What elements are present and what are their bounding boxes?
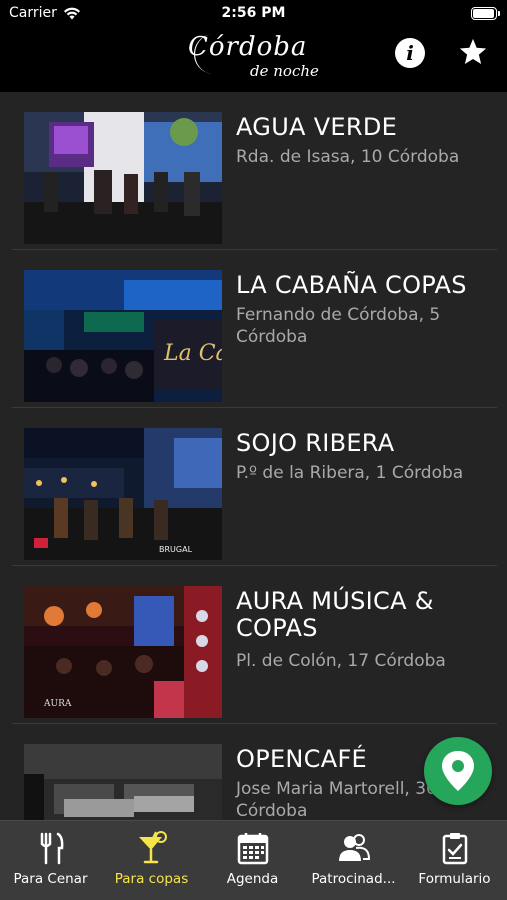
venue-photo: BRUGAL	[24, 428, 222, 560]
tab-para-cenar[interactable]: Para Cenar	[0, 821, 101, 900]
venue-photo	[24, 744, 222, 820]
battery-fill	[473, 9, 494, 18]
tab-label: Formulario	[418, 871, 491, 887]
tab-label: Para Cenar	[13, 871, 88, 887]
people-icon	[339, 834, 370, 861]
venue-address: Fernando de Córdoba, 5 Córdoba	[236, 305, 441, 347]
nav-bar: Córdoba de noche i	[0, 28, 507, 92]
status-time: 2:56 PM	[221, 5, 286, 21]
venue-photo	[24, 112, 222, 244]
battery-icon	[471, 7, 500, 20]
favorites-button[interactable]	[458, 37, 488, 67]
info-icon: i	[406, 41, 414, 65]
status-bar: Carrier 2:56 PM	[0, 0, 507, 28]
svg-text:AURA: AURA	[43, 699, 72, 709]
tab-label: Para copas	[114, 871, 189, 887]
tab-label: Patrocinad...	[311, 871, 396, 887]
cocktail-icon	[139, 831, 167, 864]
logo-main-text: Córdoba	[188, 32, 308, 62]
app-logo: Córdoba de noche	[188, 30, 320, 86]
venue-name: AURA MÚSICA & COPAS	[236, 587, 434, 642]
star-icon	[459, 38, 487, 64]
clipboard-icon	[442, 833, 468, 865]
venue-name: SOJO RIBERA	[236, 429, 395, 457]
map-pin-icon	[442, 751, 474, 791]
venue-card[interactable]: AGUA VERDE Rda. de Isasa, 10 Córdoba	[12, 92, 497, 250]
venue-card[interactable]: BRUGAL SOJO RIBERA P.º de la Ribera, 1 C…	[12, 408, 497, 566]
venue-name: LA CABAÑA COPAS	[236, 271, 467, 299]
tab-para-copas[interactable]: Para copas	[101, 821, 202, 900]
calendar-icon	[237, 833, 269, 865]
venue-address: P.º de la Ribera, 1 Córdoba	[236, 463, 464, 483]
tab-patrocinadores[interactable]: Patrocinad...	[303, 821, 404, 900]
tab-bar: Para Cenar Para copas Agenda Patrocinad.…	[0, 820, 507, 900]
fork-knife-icon	[40, 832, 64, 865]
tab-label: Agenda	[226, 871, 279, 887]
venue-list[interactable]: AGUA VERDE Rda. de Isasa, 10 Córdoba La …	[0, 92, 507, 820]
venue-card[interactable]: AURA AURA MÚSICA & COPAS Pl. de Colón, 1…	[12, 566, 497, 724]
logo-sub-text: de noche	[250, 62, 319, 80]
svg-text:BRUGAL: BRUGAL	[159, 545, 193, 554]
venue-name: AGUA VERDE	[236, 113, 398, 141]
venue-address: Pl. de Colón, 17 Córdoba	[236, 651, 446, 671]
tab-formulario[interactable]: Formulario	[404, 821, 505, 900]
tab-agenda[interactable]: Agenda	[202, 821, 303, 900]
venue-photo: AURA	[24, 586, 222, 718]
info-button[interactable]: i	[395, 38, 425, 68]
venue-card[interactable]: La Cab LA CABAÑA COPAS Fernando de Córdo…	[12, 250, 497, 408]
venue-photo: La Cab	[24, 270, 222, 402]
svg-text:La Cab: La Cab	[163, 341, 222, 366]
map-button[interactable]	[424, 737, 492, 805]
venue-address: Rda. de Isasa, 10 Córdoba	[236, 147, 460, 167]
